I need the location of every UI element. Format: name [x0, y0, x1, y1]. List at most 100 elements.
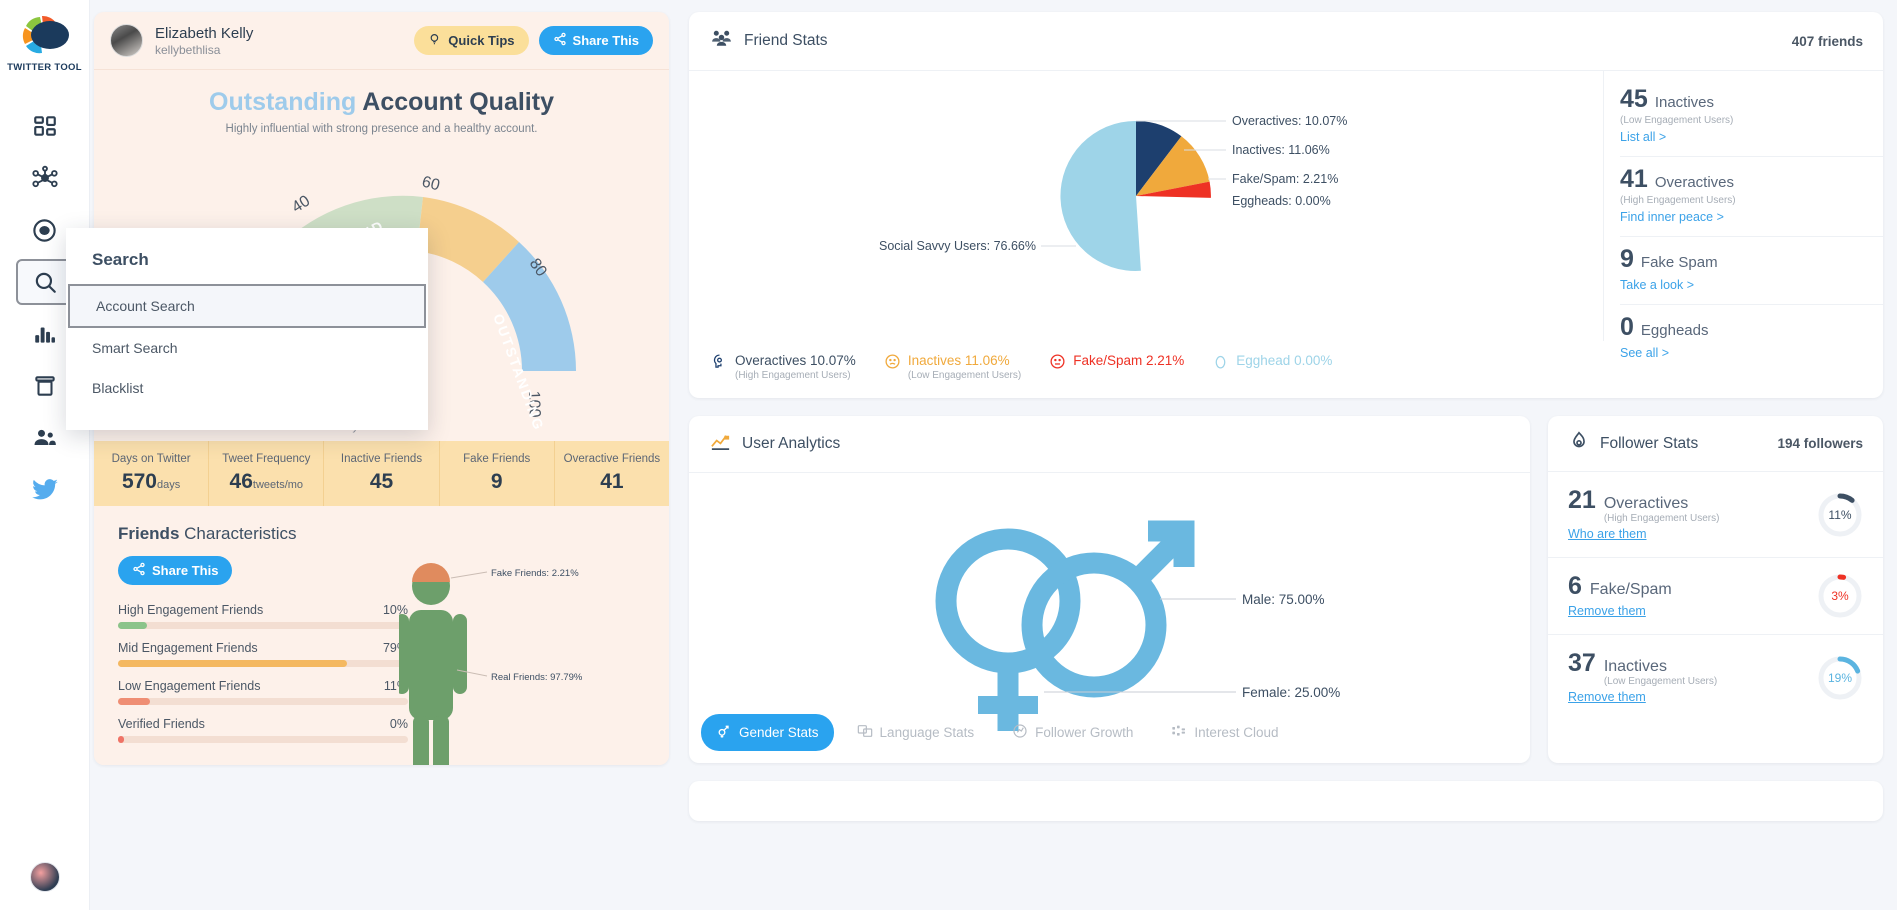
quick-tips-button[interactable]: Quick Tips: [414, 26, 529, 55]
app-logo[interactable]: TWITTER TOOL: [7, 12, 82, 73]
stat-value: 45: [330, 470, 432, 494]
menu-item-smart-search[interactable]: Smart Search: [66, 328, 428, 368]
legend-main: Egghead 0.00%: [1236, 353, 1333, 368]
side-stat-link[interactable]: List all >: [1620, 130, 1666, 144]
svg-text:40: 40: [289, 192, 313, 216]
bar-row: Verified Friends 0%: [118, 717, 408, 743]
stat-label: Fake Friends: [463, 453, 531, 465]
stat-value: 46tweets/mo: [215, 470, 317, 494]
stat-value: 9: [446, 470, 548, 494]
stat-cell: Overactive Friends 41: [555, 441, 669, 506]
sidebar-item-twitter[interactable]: [16, 467, 74, 513]
stat-number: 41: [600, 470, 624, 493]
side-stat-word: Overactives: [1654, 174, 1735, 191]
friend-stats-header: Friend Stats 407 friends: [689, 12, 1883, 71]
quality-suffix: Account Quality: [362, 88, 554, 116]
bar-row: High Engagement Friends 10%: [118, 603, 408, 629]
side-stat-top: 0 Eggheads: [1620, 313, 1883, 342]
side-stat-word: Fake Spam: [1640, 254, 1718, 271]
menu-item-account-search[interactable]: Account Search: [68, 284, 426, 328]
lightbulb-icon: [428, 32, 442, 49]
tab-interest-cloud[interactable]: Interest Cloud: [1156, 714, 1293, 751]
egghead-icon: [1212, 353, 1229, 375]
user-avatar: [110, 24, 143, 57]
analytics-chart-icon: [709, 430, 732, 458]
pie-label-inactives: Inactives: 11.06%: [1232, 143, 1330, 157]
tab-follower-growth[interactable]: Follower Growth: [997, 714, 1148, 751]
share-this-button-top[interactable]: Share This: [538, 26, 653, 55]
search-dropdown-title: Search: [92, 250, 149, 269]
user-analytics-title: User Analytics: [742, 435, 841, 453]
stat-number: 570: [121, 470, 157, 493]
follower-stats-header: Follower Stats 194 followers: [1548, 416, 1883, 473]
legend-item-overactives: Overactives 10.07% (High Engagement User…: [711, 353, 856, 382]
page-title: Outstanding Account Quality: [114, 88, 649, 117]
tab-label: Gender Stats: [739, 725, 819, 741]
stat-number: 46: [229, 470, 253, 493]
follower-link[interactable]: Who are them: [1568, 527, 1647, 541]
menu-item-blacklist[interactable]: Blacklist: [66, 368, 428, 408]
side-stat-link[interactable]: Find inner peace >: [1620, 210, 1724, 224]
follower-word: Overactives: [1603, 495, 1689, 513]
sidebar-item-archive[interactable]: [16, 363, 74, 409]
stat-label: Overactive Friends: [563, 453, 661, 465]
legend-sub: (Low Engagement Users): [907, 369, 1022, 381]
stat-label: Inactive Friends: [340, 453, 423, 465]
share-this-button-characteristics[interactable]: Share This: [118, 556, 233, 585]
follower-link[interactable]: Remove them: [1568, 690, 1646, 704]
side-stat-eggheads: 0 Eggheads See all >: [1620, 305, 1883, 372]
bar-fill: [118, 622, 147, 629]
legend-text: Egghead 0.00%: [1236, 353, 1332, 370]
right-column: Friend Stats 407 friends Overactives: 10…: [689, 12, 1883, 910]
share-label: Share This: [572, 33, 639, 48]
quick-tips-label: Quick Tips: [448, 33, 515, 48]
inactive-icon: [884, 353, 901, 375]
side-stat-number: 45: [1620, 85, 1648, 113]
stat-number: 9: [490, 470, 503, 493]
stat-cell: Fake Friends 9: [440, 441, 555, 506]
flame-icon: [1568, 430, 1590, 457]
sidebar-item-audience[interactable]: [16, 415, 74, 461]
side-stat-link[interactable]: See all >: [1620, 346, 1669, 360]
follower-stats-panel: Follower Stats 194 followers 21 Overacti…: [1548, 416, 1883, 764]
follower-row-top: 37 Inactives (Low Engagement Users): [1568, 649, 1817, 687]
quality-subtitle: Highly influential with strong presence …: [225, 123, 538, 135]
tab-label: Interest Cloud: [1194, 725, 1279, 741]
share-icon: [132, 562, 146, 579]
side-stat-number: 9: [1620, 245, 1634, 273]
side-stat-sub: (Low Engagement Users): [1620, 115, 1734, 126]
sidebar-item-monitor[interactable]: [16, 207, 74, 253]
user-analytics-header: User Analytics: [689, 416, 1530, 474]
pie-label-eggheads: Eggheads: 0.00%: [1232, 194, 1331, 208]
report-header: Elizabeth Kelly kellybethlisa Quick Tips: [94, 12, 669, 70]
legend-item-fake-spam: Fake/Spam 2.21%: [1049, 353, 1184, 375]
sidebar-item-analytics[interactable]: [16, 311, 74, 357]
bar-head: Mid Engagement Friends 79%: [118, 641, 408, 655]
sidebar-item-network[interactable]: [16, 155, 74, 201]
bar-label: High Engagement Friends: [118, 603, 264, 617]
fake-icon: [1049, 353, 1066, 375]
tab-gender-stats[interactable]: Gender Stats: [701, 714, 834, 752]
pie-label-fakespam: Fake/Spam: 2.21%: [1232, 172, 1338, 186]
bottom-panel-partial: [689, 781, 1883, 822]
user-analytics-panel: User Analytics Male: 75.00% Female: 25.0…: [689, 416, 1530, 764]
follower-word-block: Overactives (High Engagement Users): [1604, 495, 1720, 524]
stat-cell: Inactive Friends 45: [324, 441, 440, 506]
sidebar-item-dashboard[interactable]: [16, 103, 74, 149]
side-stat-top: 45 Inactives: [1620, 85, 1883, 114]
follower-donut-inactives: 19%: [1817, 655, 1863, 701]
bar-track: [118, 622, 408, 629]
tab-language-stats[interactable]: Language Stats: [842, 714, 990, 751]
tab-label: Follower Growth: [1035, 725, 1134, 741]
user-handle: kellybethlisa: [155, 42, 221, 57]
avatar[interactable]: [29, 862, 60, 892]
follower-donut-pct: 19%: [1827, 670, 1853, 685]
overactive-icon: [711, 353, 728, 375]
side-stat-link[interactable]: Take a look >: [1620, 278, 1694, 292]
follower-link[interactable]: Remove them: [1568, 604, 1646, 618]
stat-unit: days: [157, 479, 181, 491]
sidebar-item-search[interactable]: [15, 259, 74, 305]
friends-group-icon: [709, 26, 734, 56]
friend-stats-panel: Friend Stats 407 friends Overactives: 10…: [689, 12, 1883, 399]
share-icon: [553, 32, 567, 49]
